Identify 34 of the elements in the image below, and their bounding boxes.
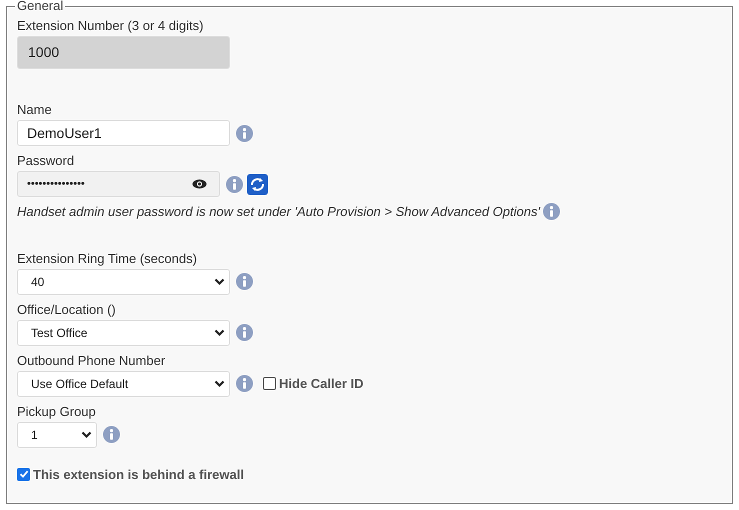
extension-field: 1000 [17, 36, 230, 69]
dropdown[interactable]: Test Office [17, 320, 230, 346]
chevron-down-icon [214, 380, 225, 388]
field-label: Outbound Phone Number [17, 352, 166, 368]
info-icon[interactable] [226, 176, 243, 192]
checkbox[interactable] [263, 377, 276, 390]
password-dots: ••••••••••••••• [27, 176, 85, 192]
dropdown[interactable]: Use Office Default [17, 370, 230, 396]
field-label: Pickup Group [17, 404, 97, 420]
info-icon[interactable] [236, 324, 253, 341]
checkbox-label: Hide Caller ID [279, 374, 364, 393]
refresh-icon[interactable] [247, 174, 268, 194]
field-label: Name [17, 102, 53, 118]
chevron-down-icon [81, 430, 92, 438]
chevron-down-icon [214, 328, 225, 336]
password-field[interactable]: ••••••••••••••• [17, 171, 220, 197]
info-icon[interactable] [236, 273, 253, 290]
info-icon[interactable] [236, 124, 253, 142]
field-label: Office/Location () [17, 302, 117, 318]
checkbox[interactable] [17, 468, 30, 481]
password-note: Handset admin user password is now set under 'Auto Provision > Show Advanced Options' [17, 203, 540, 221]
dropdown[interactable]: 40 [17, 268, 230, 294]
chevron-down-icon [214, 278, 225, 286]
name-field[interactable]: DemoUser1 [17, 120, 230, 146]
eye-icon[interactable] [192, 179, 207, 189]
section-legend: General [15, 0, 66, 12]
checkbox-label: This extension is behind a firewall [33, 466, 244, 484]
info-icon[interactable] [236, 375, 253, 392]
field-label: Extension Ring Time (seconds) [17, 250, 198, 266]
field-label: Extension Number (3 or 4 digits) [17, 18, 204, 34]
dropdown[interactable]: 1 [17, 422, 97, 448]
info-icon[interactable] [542, 203, 560, 220]
field-label: Password [17, 153, 76, 169]
info-icon[interactable] [103, 426, 120, 443]
